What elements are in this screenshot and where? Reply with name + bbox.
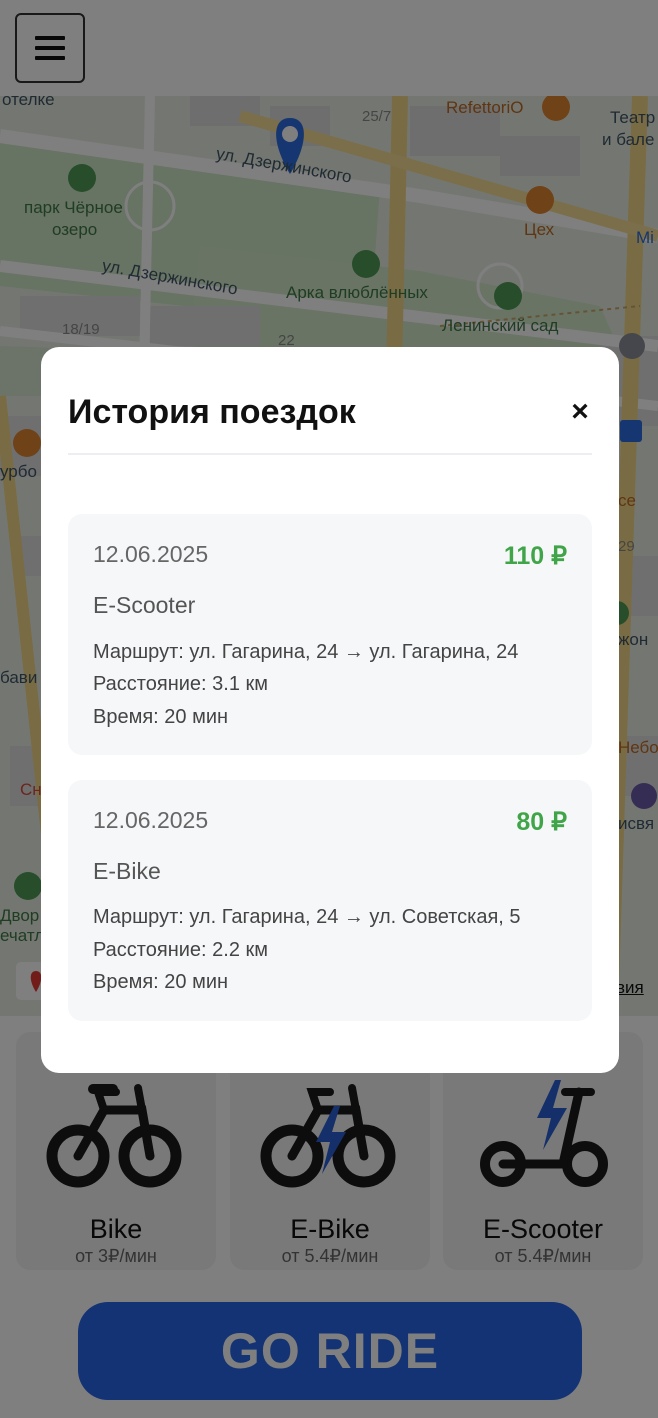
trip-route: Маршрут: ул. Гагарина, 24 → ул. Советска… <box>93 906 521 928</box>
trip-distance: Расстояние: 2.2 км <box>93 939 268 961</box>
trip-distance: Расстояние: 3.1 км <box>93 673 268 695</box>
trip-date: 12.06.2025 <box>93 541 209 567</box>
close-icon[interactable]: × <box>565 397 595 427</box>
trip-time: Время: 20 мин <box>93 706 229 728</box>
trip-cost: 80 ₽ <box>516 808 567 836</box>
trip-date: 12.06.2025 <box>93 807 209 833</box>
trip-vehicle-type: E-Bike <box>93 858 161 884</box>
modal-title: История поездок <box>68 393 356 431</box>
trip-route: Маршрут: ул. Гагарина, 24 → ул. Гагарина… <box>93 641 519 663</box>
trip-card: 12.06.2025 80 ₽ E-Bike Маршрут: ул. Гага… <box>68 780 592 1021</box>
trip-history-modal: История поездок × 12.06.2025 110 ₽ E-Sco… <box>41 347 619 1073</box>
modal-divider <box>68 453 592 455</box>
trip-cost: 110 ₽ <box>503 542 567 570</box>
trip-time: Время: 20 мин <box>93 971 229 993</box>
trip-vehicle-type: E-Scooter <box>93 592 196 618</box>
trip-card: 12.06.2025 110 ₽ E-Scooter Маршрут: ул. … <box>68 514 592 755</box>
